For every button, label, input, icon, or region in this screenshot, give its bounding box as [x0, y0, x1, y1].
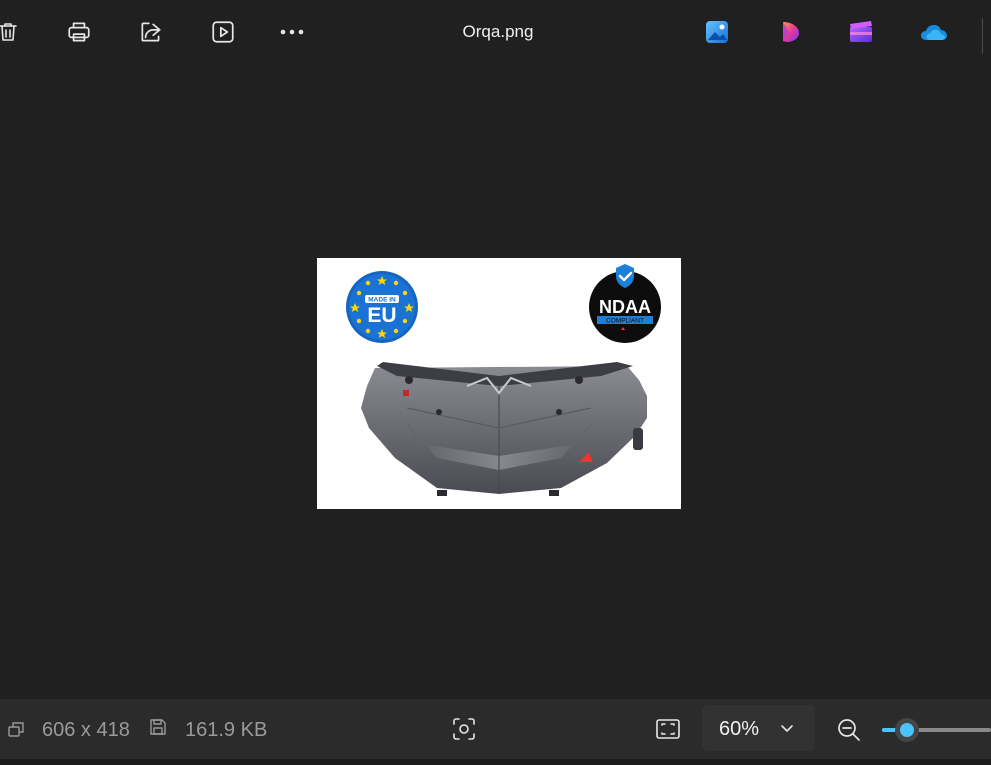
print-button[interactable] [61, 14, 97, 50]
badge-ndaa-text: NDAA [599, 297, 651, 317]
trash-icon [0, 20, 20, 44]
visual-search-button[interactable] [451, 716, 477, 747]
slideshow-button[interactable] [205, 14, 241, 50]
more-options-button[interactable] [274, 14, 310, 50]
window-bottom-edge [0, 759, 991, 765]
photo-viewer-window: Orqa.png MADE IN EU NDAA COMPLIANT 606 x… [0, 0, 991, 765]
share-icon [138, 19, 164, 45]
printer-icon [66, 19, 92, 45]
play-icon [210, 19, 236, 45]
badge-made-in-text: MADE IN [368, 297, 396, 304]
status-bar: 606 x 418 161.9 KB 60% [0, 699, 991, 759]
badge-compliant-text: COMPLIANT [606, 318, 644, 325]
photos-app-icon[interactable] [703, 18, 731, 46]
zoom-value: 60% [719, 718, 760, 740]
file-title: Orqa.png [462, 22, 534, 41]
made-in-eu-badge: MADE IN EU [346, 271, 418, 343]
zoom-slider-thumb[interactable] [895, 718, 919, 742]
image-dimensions: 606 x 418 [42, 719, 130, 741]
ndaa-compliant-badge: NDAA COMPLIANT [589, 264, 661, 343]
displayed-image: MADE IN EU NDAA COMPLIANT [317, 258, 681, 509]
image-canvas[interactable]: MADE IN EU NDAA COMPLIANT [0, 64, 991, 699]
file-size-icon [149, 718, 167, 741]
delete-button[interactable] [0, 14, 26, 50]
share-button[interactable] [133, 14, 169, 50]
more-dots-icon [279, 28, 305, 36]
fpv-goggles-product [361, 362, 647, 496]
designer-app-icon[interactable] [777, 18, 805, 46]
zoom-out-button[interactable] [836, 717, 862, 748]
badge-eu-text: EU [367, 304, 396, 327]
chevron-down-icon [779, 720, 795, 741]
dimensions-icon [6, 719, 26, 744]
top-toolbar: Orqa.png [0, 0, 991, 64]
zoom-dropdown[interactable]: 60% [702, 705, 815, 751]
fit-to-window-button[interactable] [655, 716, 681, 747]
toolbar-edge-divider [982, 18, 983, 54]
file-size: 161.9 KB [185, 719, 268, 741]
clipchamp-app-icon[interactable] [847, 18, 875, 46]
onedrive-cloud-icon[interactable] [918, 18, 950, 46]
